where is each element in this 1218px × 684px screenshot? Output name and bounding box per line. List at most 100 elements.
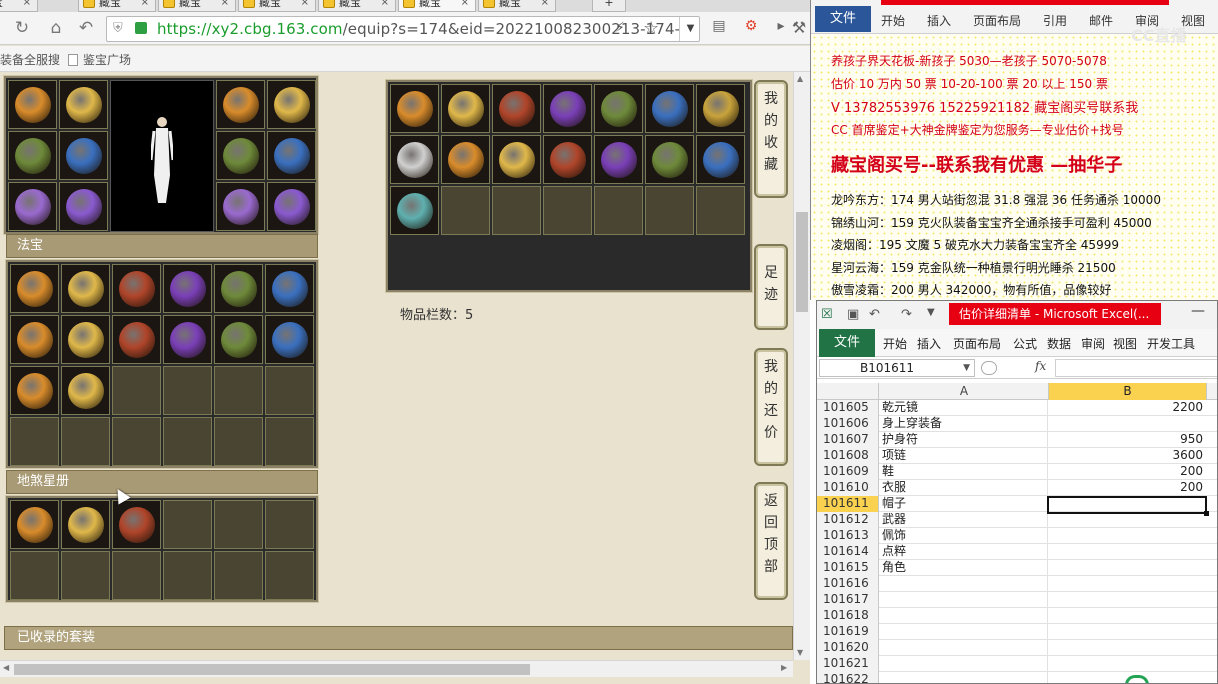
inventory-item[interactable] <box>594 135 643 184</box>
inventory-item[interactable] <box>543 84 592 133</box>
cell-b[interactable] <box>1049 640 1207 656</box>
scroll-right-icon[interactable]: ▶ <box>781 663 787 672</box>
home-icon[interactable]: ⌂ <box>44 17 68 39</box>
row-header[interactable]: 101618 <box>817 608 879 624</box>
back-to-top-button[interactable]: 返回顶部 <box>754 482 788 600</box>
fabao-item[interactable] <box>61 315 110 364</box>
equipment-item[interactable] <box>267 80 316 129</box>
word-document[interactable]: 养孩子界天花板-新孩子 5030—老孩子 5070-5078 估价 10 万内 … <box>811 34 1218 300</box>
equipment-item[interactable] <box>216 182 265 231</box>
browser-tab[interactable]: 藏宝 × <box>238 0 316 12</box>
cell-b[interactable]: 200 <box>1049 480 1207 496</box>
cell-b[interactable]: 3600 <box>1049 448 1207 464</box>
fabao-item[interactable] <box>163 315 212 364</box>
disha-card-empty-slot[interactable] <box>214 500 263 549</box>
lightning-icon[interactable]: ⚡ <box>615 20 625 36</box>
formula-input[interactable] <box>1055 359 1217 377</box>
inventory-empty-slot[interactable] <box>645 186 694 235</box>
disha-card-empty-slot[interactable] <box>163 500 212 549</box>
scroll-up-icon[interactable]: ▲ <box>797 74 803 83</box>
scroll-down-icon[interactable]: ▼ <box>797 648 803 657</box>
fabao-empty-slot[interactable] <box>10 417 59 466</box>
inventory-item[interactable] <box>645 135 694 184</box>
fabao-item[interactable] <box>61 366 110 415</box>
close-icon[interactable]: × <box>301 0 309 11</box>
browser-tab[interactable]: 藏宝 × <box>478 0 556 12</box>
fabao-item[interactable] <box>214 264 263 313</box>
inventory-empty-slot[interactable] <box>543 186 592 235</box>
excel-tab[interactable]: 公式 <box>1013 335 1037 352</box>
inventory-item[interactable] <box>645 84 694 133</box>
fx-icon[interactable]: fx <box>1035 359 1046 373</box>
row-header[interactable]: 101613 <box>817 528 879 544</box>
inventory-empty-slot[interactable] <box>696 186 745 235</box>
cell-b[interactable]: 2200 <box>1049 400 1207 416</box>
row-header[interactable]: 101606 <box>817 416 879 432</box>
row-header[interactable]: 101620 <box>817 640 879 656</box>
excel-tab[interactable]: 开发工具 <box>1147 335 1195 352</box>
equipment-item[interactable] <box>267 182 316 231</box>
redo-icon[interactable]: ↷ <box>901 307 912 322</box>
excel-tab[interactable]: 开始 <box>883 335 907 352</box>
chevron-down-icon[interactable]: ▼ <box>927 307 935 318</box>
cell-b[interactable] <box>1049 512 1207 528</box>
excel-tab[interactable]: 插入 <box>917 335 941 352</box>
fabao-empty-slot[interactable] <box>214 417 263 466</box>
disha-card-empty-slot[interactable] <box>61 551 110 600</box>
cell-a[interactable]: 身上穿装备 <box>880 416 1048 432</box>
cell-b[interactable] <box>1049 624 1207 640</box>
disha-card-item[interactable] <box>10 500 59 549</box>
inventory-item[interactable] <box>594 84 643 133</box>
new-tab-button[interactable]: + <box>592 0 626 12</box>
browser-tab[interactable]: 藏宝 × <box>398 0 476 12</box>
fabao-empty-slot[interactable] <box>112 417 161 466</box>
disha-card-empty-slot[interactable] <box>265 551 314 600</box>
cell-b[interactable] <box>1049 544 1207 560</box>
browser-tab[interactable]: 藏宝 × <box>158 0 236 12</box>
excel-tab[interactable]: 视图 <box>1113 335 1137 352</box>
inventory-item[interactable] <box>696 84 745 133</box>
fabao-item[interactable] <box>61 264 110 313</box>
minimize-icon[interactable]: — <box>1191 303 1205 319</box>
row-header[interactable]: 101622 <box>817 672 879 683</box>
address-bar[interactable]: ⛨ https://xy2.cbg.163.com/equip?s=174&ei… <box>106 16 700 42</box>
browser-tab[interactable]: 藏宝 × <box>78 0 156 12</box>
name-box[interactable]: B101611 ▼ <box>819 359 975 377</box>
disha-card-item[interactable] <box>61 500 110 549</box>
fabao-item[interactable] <box>214 315 263 364</box>
fabao-item[interactable] <box>10 315 59 364</box>
wrench-icon[interactable]: ⚒ <box>788 18 810 38</box>
inventory-item[interactable] <box>441 84 490 133</box>
equipment-item[interactable] <box>8 80 57 129</box>
fabao-empty-slot[interactable] <box>265 417 314 466</box>
bookmark-item[interactable]: 鉴宝广场 <box>68 51 131 68</box>
row-header[interactable]: 101610 <box>817 480 879 496</box>
row-header[interactable]: 101614 <box>817 544 879 560</box>
row-header[interactable]: 101608 <box>817 448 879 464</box>
cell-a[interactable]: 项链 <box>880 448 1048 464</box>
inventory-item[interactable] <box>543 135 592 184</box>
fabao-item[interactable] <box>265 264 314 313</box>
fabao-empty-slot[interactable] <box>163 366 212 415</box>
equipment-item[interactable] <box>59 80 108 129</box>
inventory-item[interactable] <box>492 135 541 184</box>
word-file-tab[interactable]: 文件 <box>815 6 871 32</box>
save-icon[interactable]: ▣ <box>847 307 859 322</box>
spreadsheet-grid[interactable]: 101605 乾元镜 2200 101606 身上穿装备 101607 护身符 950 1016… <box>817 400 1217 683</box>
my-counteroffer-button[interactable]: 我的还价 <box>754 348 788 466</box>
vertical-scrollbar[interactable]: ▲ ▼ <box>793 72 810 660</box>
cell-a[interactable] <box>880 672 1048 683</box>
disha-card-empty-slot[interactable] <box>112 551 161 600</box>
fabao-empty-slot[interactable] <box>163 417 212 466</box>
close-icon[interactable]: × <box>381 0 389 11</box>
inventory-empty-slot[interactable] <box>594 186 643 235</box>
cell-a[interactable]: 乾元镜 <box>880 400 1048 416</box>
fabao-empty-slot[interactable] <box>112 366 161 415</box>
inventory-empty-slot[interactable] <box>441 186 490 235</box>
active-cell[interactable] <box>1047 496 1209 516</box>
close-icon[interactable]: × <box>461 0 469 11</box>
disha-card-empty-slot[interactable] <box>10 551 59 600</box>
row-header[interactable]: 101617 <box>817 592 879 608</box>
inventory-item[interactable] <box>441 135 490 184</box>
cell-b[interactable] <box>1049 416 1207 432</box>
